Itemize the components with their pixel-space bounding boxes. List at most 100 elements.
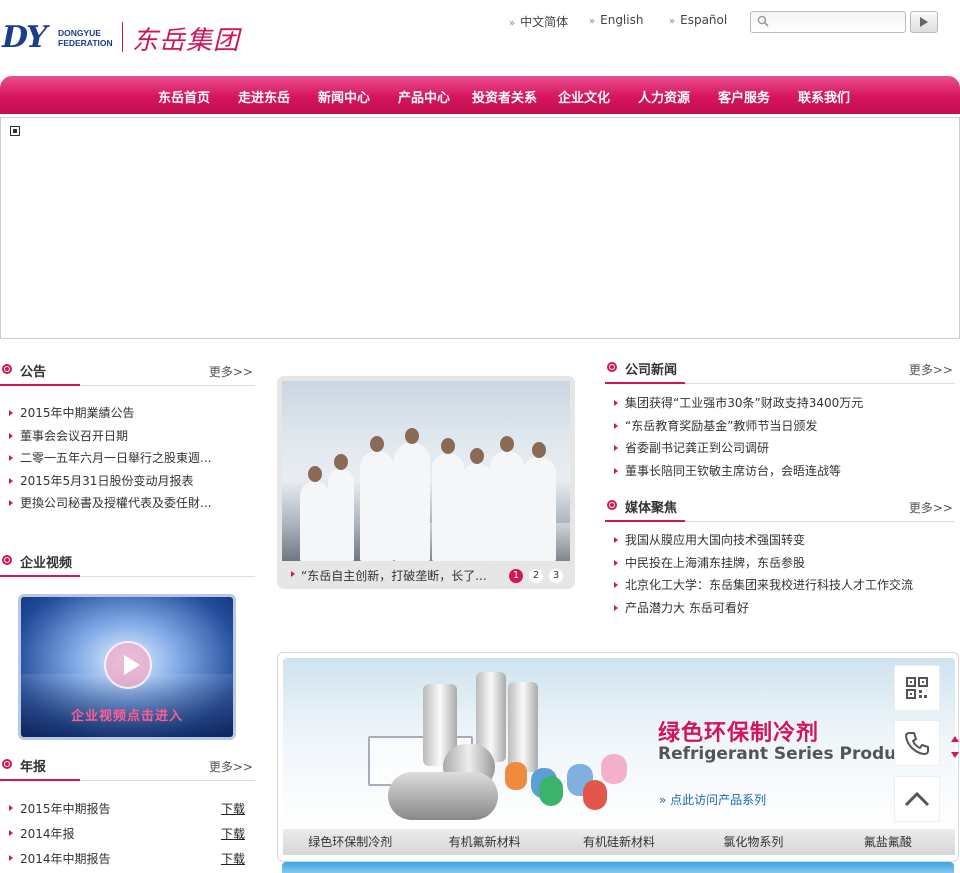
lang-english-link[interactable]: English — [589, 13, 643, 27]
photo-person — [300, 466, 330, 561]
lang-chinese-link[interactable]: 中文简体 — [509, 13, 568, 30]
back-to-top-icon — [904, 791, 930, 807]
list-item[interactable]: 集团获得“工业强市30条”财政支持3400万元 — [613, 392, 943, 415]
scroll-down-icon[interactable] — [951, 752, 959, 758]
reports-more-link[interactable]: 更多>> — [209, 758, 253, 775]
section-title: 媒体聚焦 — [625, 501, 678, 516]
product-cylinder-image — [508, 682, 538, 772]
nav-contact[interactable]: 联系我们 — [798, 87, 850, 106]
flash-banner[interactable] — [0, 117, 960, 339]
slider-page-3[interactable]: 3 — [549, 569, 563, 583]
list-item[interactable]: “东岳教育奖励基金”教师节当日颁发 — [613, 415, 943, 438]
nav-products[interactable]: 产品中心 — [398, 87, 450, 106]
announcements-header: 公告 更多>> — [0, 358, 255, 386]
nav-hr[interactable]: 人力资源 — [638, 87, 690, 106]
list-item[interactable]: 省委副书记龚正到公司调研 — [613, 437, 943, 460]
slider-page-1[interactable]: 1 — [509, 569, 523, 583]
logo-english-name: DONGYUE FEDERATION — [58, 28, 113, 48]
product-series-link[interactable]: » 点此访问产品系列 — [659, 791, 766, 808]
section-underline — [605, 382, 685, 384]
section-underline — [605, 520, 685, 522]
news-photo[interactable] — [282, 381, 570, 561]
section-bullet-icon — [2, 364, 12, 374]
download-link[interactable]: 下载 — [221, 797, 245, 822]
list-item[interactable]: 董事会会议召开日期 — [8, 425, 218, 448]
corporate-video-thumbnail[interactable]: 企业视频点击进入 — [18, 594, 236, 740]
section-bullet-icon — [2, 759, 12, 769]
tab-silicone-materials[interactable]: 有机硅新材料 — [552, 829, 686, 855]
section-title: 公告 — [20, 365, 47, 380]
reports-header: 年报 更多>> — [0, 753, 255, 781]
list-item[interactable]: 二零一五年六月一日舉行之股東週... — [8, 447, 218, 470]
section-underline — [0, 575, 80, 577]
announcements-list: 2015年中期業績公告 董事会会议召开日期 二零一五年六月一日舉行之股東週...… — [8, 402, 218, 515]
logo-divider — [122, 22, 123, 52]
section-underline — [0, 779, 80, 781]
product-title-cn: 绿色环保制冷剂 — [658, 721, 820, 746]
video-caption: 企业视频点击进入 — [70, 709, 183, 724]
lang-spanish-link[interactable]: Español — [669, 13, 727, 27]
nav-news[interactable]: 新闻中心 — [318, 87, 370, 106]
logo-mark: DY — [2, 20, 47, 55]
section-bullet-icon — [607, 500, 617, 510]
photo-person — [360, 436, 394, 561]
phone-button[interactable] — [894, 720, 940, 766]
download-link[interactable]: 下载 — [221, 822, 245, 847]
search-submit-button[interactable] — [910, 11, 938, 33]
photo-news-slider: “东岳自主创新，打破垄断，长了... 1 2 3 — [277, 376, 575, 589]
product-can-image — [539, 776, 563, 806]
nav-culture[interactable]: 企业文化 — [558, 87, 610, 106]
search-input[interactable] — [773, 14, 901, 30]
report-row: 2014年报 下载 — [8, 822, 245, 847]
list-item[interactable]: 董事长陪同王钦敏主席访台，会晤连战等 — [613, 460, 943, 483]
list-item[interactable]: 2015年中期業績公告 — [8, 402, 218, 425]
list-item[interactable]: 更換公司秘書及授權代表及委任財... — [8, 492, 218, 515]
logo-chinese-name: 东岳集团 — [132, 26, 241, 56]
slider-page-2[interactable]: 2 — [529, 569, 543, 583]
inner-scrollbar[interactable] — [948, 722, 960, 768]
product-tank-image — [388, 772, 498, 820]
back-to-top-button[interactable] — [894, 776, 940, 822]
photo-person — [328, 454, 354, 561]
nav-about[interactable]: 走进东岳 — [238, 87, 290, 106]
report-name[interactable]: 2014年中期报告 — [20, 852, 111, 866]
main-nav: 东岳首页 走进东岳 新闻中心 产品中心 投资者关系 企业文化 人力资源 客户服务… — [0, 76, 960, 114]
product-showcase: 绿色环保制冷剂 Refrigerant Series Products » 点此… — [277, 652, 959, 862]
tab-refrigerant[interactable]: 绿色环保制冷剂 — [283, 829, 417, 855]
list-item[interactable]: 2015年5月31日股份变动月报表 — [8, 470, 218, 493]
announcements-more-link[interactable]: 更多>> — [209, 363, 253, 380]
tab-fluorine-materials[interactable]: 有机氟新材料 — [417, 829, 551, 855]
photo-person — [432, 438, 464, 561]
tab-chloride-series[interactable]: 氯化物系列 — [686, 829, 820, 855]
report-name[interactable]: 2014年报 — [20, 827, 75, 841]
scroll-up-icon[interactable] — [951, 736, 959, 742]
download-link[interactable]: 下载 — [221, 847, 245, 872]
company-news-list: 集团获得“工业强市30条”财政支持3400万元 “东岳教育奖励基金”教师节当日颁… — [613, 392, 943, 482]
company-news-more-link[interactable]: 更多>> — [909, 361, 953, 378]
qrcode-icon — [906, 677, 928, 699]
next-banner-strip — [282, 862, 954, 873]
tab-fluoride-acid[interactable]: 氟盐氟酸 — [821, 829, 955, 855]
photo-news-caption[interactable]: “东岳自主创新，打破垄断，长了... — [291, 567, 496, 584]
product-can-image — [505, 762, 527, 790]
plugin-placeholder-icon — [10, 126, 20, 136]
nav-service[interactable]: 客户服务 — [718, 87, 770, 106]
list-item[interactable]: 中民投在上海浦东挂牌，东岳参股 — [613, 552, 948, 575]
photo-person — [522, 442, 556, 561]
nav-home[interactable]: 东岳首页 — [158, 87, 210, 106]
media-more-link[interactable]: 更多>> — [909, 499, 953, 516]
section-bullet-icon — [2, 555, 12, 565]
photo-person — [490, 436, 524, 561]
nav-investors[interactable]: 投资者关系 — [472, 87, 537, 106]
list-item[interactable]: 北京化工大学：东岳集团来我校进行科技人才工作交流 — [613, 574, 948, 597]
report-name[interactable]: 2015年中期报告 — [20, 802, 111, 816]
search-box — [750, 11, 906, 33]
product-tabs: 绿色环保制冷剂 有机氟新材料 有机硅新材料 氯化物系列 氟盐氟酸 — [283, 829, 955, 855]
list-item[interactable]: 我国从膜应用大国向技术强国转变 — [613, 529, 948, 552]
product-title-en: Refrigerant Series Products — [658, 744, 925, 764]
product-banner[interactable]: 绿色环保制冷剂 Refrigerant Series Products » 点此… — [283, 658, 955, 828]
search-icon — [757, 15, 769, 27]
qrcode-button[interactable] — [894, 665, 940, 711]
company-logo[interactable]: DY DONGYUE FEDERATION 东岳集团 — [0, 14, 260, 56]
list-item[interactable]: 产品潜力大 东岳可看好 — [613, 597, 948, 620]
